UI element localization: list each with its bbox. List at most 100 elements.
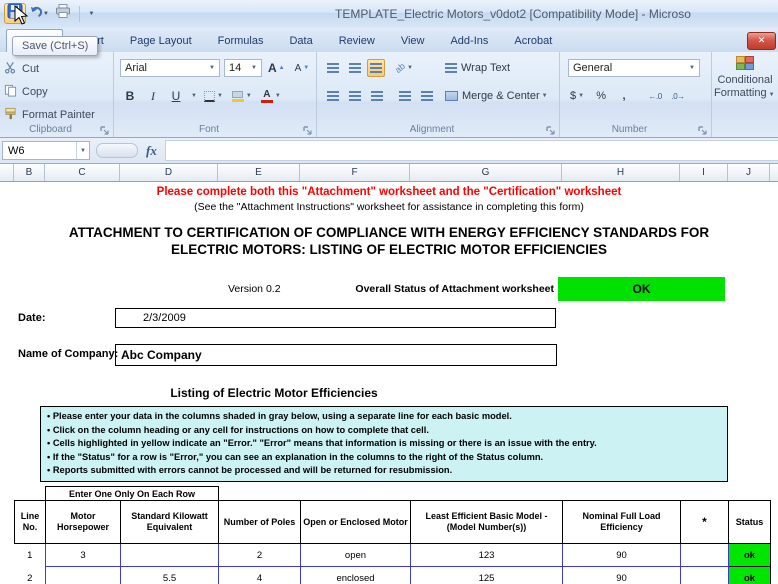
font-dialog-launcher[interactable]	[302, 123, 314, 135]
column-header-g[interactable]: G	[410, 164, 562, 181]
align-center-button[interactable]	[345, 87, 365, 105]
grow-font-button[interactable]: A▲	[266, 59, 289, 77]
align-right-button[interactable]	[367, 87, 387, 105]
bold-button[interactable]: B	[120, 87, 140, 105]
align-bottom-button[interactable]	[367, 59, 385, 77]
number-dialog-launcher[interactable]	[697, 123, 709, 135]
comma-style-button[interactable]: ,	[614, 87, 634, 105]
tab-add-ins[interactable]: Add-Ins	[437, 30, 501, 52]
formula-bar: W6 ▼ fx	[0, 138, 778, 164]
borders-button[interactable]: ▼	[202, 87, 227, 105]
align-left-button[interactable]	[323, 87, 343, 105]
overall-status-cell[interactable]: OK	[558, 277, 725, 301]
font-size-select[interactable]: 14 ▼	[224, 59, 262, 77]
copy-button[interactable]: Copy	[4, 82, 48, 102]
cell-efficiency[interactable]: 90	[563, 544, 681, 567]
cell-poles[interactable]: 2	[219, 544, 301, 567]
insert-function-button[interactable]: fx	[146, 143, 157, 159]
name-box[interactable]: W6 ▼	[2, 141, 90, 160]
alignment-dialog-launcher[interactable]	[545, 123, 557, 135]
column-header-h[interactable]: H	[562, 164, 680, 181]
wrap-text-button[interactable]: Wrap Text	[443, 59, 512, 77]
cell-asterisk[interactable]	[681, 544, 729, 567]
cell-kilowatt[interactable]	[121, 544, 219, 567]
column-header-c[interactable]: C	[45, 164, 120, 181]
header-number-of-poles[interactable]: Number of Poles	[219, 501, 301, 544]
qat-customize-button[interactable]: ▼	[85, 3, 99, 24]
cell-model[interactable]: 125	[411, 567, 563, 584]
conditional-formatting-label-2: Formatting	[714, 87, 767, 99]
formula-input[interactable]	[165, 140, 778, 161]
header-line-no[interactable]: Line No.	[15, 501, 46, 544]
enter-one-header[interactable]: Enter One Only On Each Row	[46, 487, 219, 501]
font-family-value: Arial	[125, 62, 147, 74]
company-value-cell[interactable]: Abc Company	[115, 344, 557, 366]
column-header-b[interactable]: B	[14, 164, 45, 181]
fill-color-button[interactable]: ▼	[230, 87, 256, 105]
cell-model[interactable]: 123	[411, 544, 563, 567]
cell-asterisk[interactable]	[681, 567, 729, 584]
header-standard-kilowatt[interactable]: Standard Kilowatt Equivalent	[121, 501, 219, 544]
header-motor-horsepower[interactable]: Motor Horsepower	[46, 501, 121, 544]
shrink-font-icon: A	[295, 63, 302, 74]
undo-button[interactable]: ▼	[28, 3, 50, 24]
number-format-select[interactable]: General ▼	[568, 59, 700, 77]
merge-center-button[interactable]: Merge & Center ▼	[443, 87, 552, 105]
format-painter-label: Format Painter	[22, 109, 95, 121]
cell-kilowatt[interactable]: 5.5	[121, 567, 219, 584]
header-least-efficient-model[interactable]: Least Efficient Basic Model - (Model Num…	[411, 501, 563, 544]
decrease-indent-button[interactable]	[395, 87, 415, 105]
increase-indent-button[interactable]	[417, 87, 437, 105]
tab-page-layout[interactable]: Page Layout	[117, 30, 205, 52]
cell-status[interactable]: ok	[729, 567, 771, 584]
cut-button[interactable]: Cut	[4, 59, 39, 79]
column-header-d[interactable]: D	[120, 164, 218, 181]
cell-horsepower[interactable]: 3	[46, 544, 121, 567]
header-status[interactable]: Status	[729, 501, 771, 544]
header-asterisk[interactable]: *	[681, 501, 729, 544]
cell-line-no[interactable]: 2	[15, 567, 46, 584]
tab-view[interactable]: View	[388, 30, 438, 52]
tab-review[interactable]: Review	[326, 30, 388, 52]
tab-acrobat[interactable]: Acrobat	[501, 30, 565, 52]
cell-poles[interactable]: 4	[219, 567, 301, 584]
column-header-j[interactable]: J	[728, 164, 770, 181]
percent-style-button[interactable]: %	[591, 87, 611, 105]
cell-horsepower[interactable]	[46, 567, 121, 584]
cell-open-enclosed[interactable]: open	[301, 544, 411, 567]
header-open-enclosed[interactable]: Open or Enclosed Motor	[301, 501, 411, 544]
shrink-font-button[interactable]: A▼	[293, 59, 314, 77]
conditional-formatting-button[interactable]: Conditional Formatting▼	[714, 56, 776, 102]
orientation-button[interactable]: ab▼	[393, 59, 417, 77]
cell-status[interactable]: ok	[729, 544, 771, 567]
cell-line-no[interactable]: 1	[15, 544, 46, 567]
tab-data[interactable]: Data	[276, 30, 325, 52]
header-nominal-efficiency[interactable]: Nominal Full Load Efficiency	[563, 501, 681, 544]
align-top-button[interactable]	[323, 59, 343, 77]
tab-formulas[interactable]: Formulas	[205, 30, 277, 52]
name-box-caret-icon[interactable]: ▼	[76, 142, 89, 159]
undo-dropdown-caret-icon[interactable]: ▼	[43, 11, 49, 17]
decrease-decimal-button[interactable]: .0→	[668, 87, 688, 105]
column-header-f[interactable]: F	[300, 164, 410, 181]
column-header-a-partial[interactable]	[0, 164, 14, 181]
underline-button[interactable]: U	[166, 87, 186, 105]
print-button[interactable]	[52, 3, 74, 24]
clipboard-dialog-launcher[interactable]	[99, 123, 111, 135]
cell-open-enclosed[interactable]: enclosed	[301, 567, 411, 584]
date-value-cell[interactable]: 2/3/2009	[115, 308, 556, 328]
cell-efficiency[interactable]: 90	[563, 567, 681, 584]
font-family-select[interactable]: Arial ▼	[120, 59, 220, 77]
close-button[interactable]: ✕	[747, 32, 776, 50]
format-painter-button[interactable]: Format Painter	[4, 105, 95, 125]
accounting-format-button[interactable]: $▼	[568, 87, 588, 105]
italic-button[interactable]: I	[143, 87, 163, 105]
align-middle-button[interactable]	[345, 59, 365, 77]
underline-dropdown-icon[interactable]: ▼	[189, 93, 199, 99]
column-header-i[interactable]: I	[680, 164, 728, 181]
font-color-button[interactable]: A ▼	[259, 87, 285, 105]
column-header-e[interactable]: E	[218, 164, 300, 181]
undo-icon	[29, 4, 44, 24]
align-center-icon	[349, 91, 361, 101]
increase-decimal-button[interactable]: ←.0	[645, 87, 665, 105]
